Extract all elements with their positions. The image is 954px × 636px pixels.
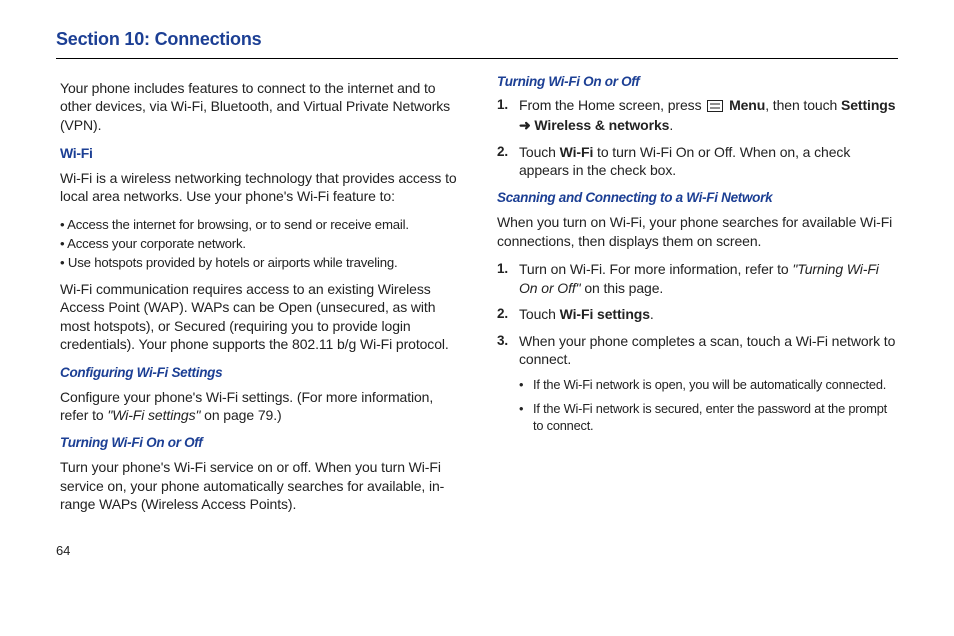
scan-sub-bullets: If the Wi-Fi network is open, you will b… (519, 377, 898, 436)
menu-icon (707, 98, 723, 116)
s1-settings: Settings (841, 97, 895, 113)
step-marker-2: 2. (497, 143, 519, 180)
column-right: Turning Wi-Fi On or Off 1. From the Home… (497, 73, 898, 524)
intro-text: Your phone includes features to connect … (60, 79, 461, 134)
s1-wireless: Wireless & networks (534, 117, 669, 133)
sc2-post: . (650, 306, 654, 322)
scan-step-2-text: Touch Wi-Fi settings. (519, 305, 898, 323)
sc1-pre: Turn on Wi-Fi. For more information, ref… (519, 261, 792, 277)
s2-pre: Touch (519, 144, 560, 160)
scan-step-3: 3. When your phone completes a scan, tou… (497, 332, 898, 369)
scan-sub-2: If the Wi-Fi network is secured, enter t… (519, 401, 898, 435)
s1-mid: , then touch (765, 97, 841, 113)
onoff-step-1: 1. From the Home screen, press Menu, the… (497, 96, 898, 135)
config-ref: "Wi-Fi settings" (107, 407, 200, 423)
wifi-bullets: Access the internet for browsing, or to … (60, 216, 461, 272)
wifi-bullet-1: Access the internet for browsing, or to … (60, 216, 461, 233)
step-marker-1: 1. (497, 96, 519, 135)
sc2-pre: Touch (519, 306, 560, 322)
s1-end: . (669, 117, 673, 133)
page-title: Section 10: Connections (56, 28, 898, 58)
wifi-bullet-2: Access your corporate network. (60, 235, 461, 252)
scan-step-2: 2. Touch Wi-Fi settings. (497, 305, 898, 323)
title-rule (56, 58, 898, 59)
config-body: Configure your phone's Wi-Fi settings. (… (60, 388, 461, 425)
heading-onoff-right: Turning Wi-Fi On or Off (497, 73, 898, 91)
config-post: on page 79.) (200, 407, 281, 423)
scan-intro: When you turn on Wi-Fi, your phone searc… (497, 213, 898, 250)
onoff-step-2: 2. Touch Wi-Fi to turn Wi-Fi On or Off. … (497, 143, 898, 180)
heading-configuring: Configuring Wi-Fi Settings (60, 364, 461, 382)
scan-step-1: 1. Turn on Wi-Fi. For more information, … (497, 260, 898, 297)
onoff-step-1-text: From the Home screen, press Menu, then t… (519, 96, 898, 135)
scan-marker-1: 1. (497, 260, 519, 297)
scan-sub-1: If the Wi-Fi network is open, you will b… (519, 377, 898, 394)
scan-step-1-text: Turn on Wi-Fi. For more information, ref… (519, 260, 898, 297)
s1-arrow: ➜ (519, 117, 534, 133)
scan-step-3-text: When your phone completes a scan, touch … (519, 332, 898, 369)
scan-marker-2: 2. (497, 305, 519, 323)
onoff-body: Turn your phone's Wi-Fi service on or of… (60, 458, 461, 513)
sc2-ref: Wi-Fi settings (560, 306, 650, 322)
wifi-intro: Wi-Fi is a wireless networking technolog… (60, 169, 461, 206)
columns: Your phone includes features to connect … (56, 73, 898, 524)
s1-menu: Menu (729, 97, 765, 113)
scan-steps: 1. Turn on Wi-Fi. For more information, … (497, 260, 898, 368)
wifi-bullet-3: Use hotspots provided by hotels or airpo… (60, 254, 461, 271)
wifi-para2: Wi-Fi communication requires access to a… (60, 280, 461, 354)
s1-pre: From the Home screen, press (519, 97, 705, 113)
heading-wifi: Wi-Fi (60, 144, 461, 162)
scan-marker-3: 3. (497, 332, 519, 369)
heading-onoff-left: Turning Wi-Fi On or Off (60, 434, 461, 452)
column-left: Your phone includes features to connect … (56, 73, 461, 524)
onoff-step-2-text: Touch Wi-Fi to turn Wi-Fi On or Off. Whe… (519, 143, 898, 180)
heading-scanning: Scanning and Connecting to a Wi-Fi Netwo… (497, 189, 898, 207)
s2-wifi: Wi-Fi (560, 144, 594, 160)
sc1-post: on this page. (581, 280, 664, 296)
page-number: 64 (56, 542, 898, 559)
manual-page: Section 10: Connections Your phone inclu… (0, 0, 954, 569)
onoff-steps: 1. From the Home screen, press Menu, the… (497, 96, 898, 180)
